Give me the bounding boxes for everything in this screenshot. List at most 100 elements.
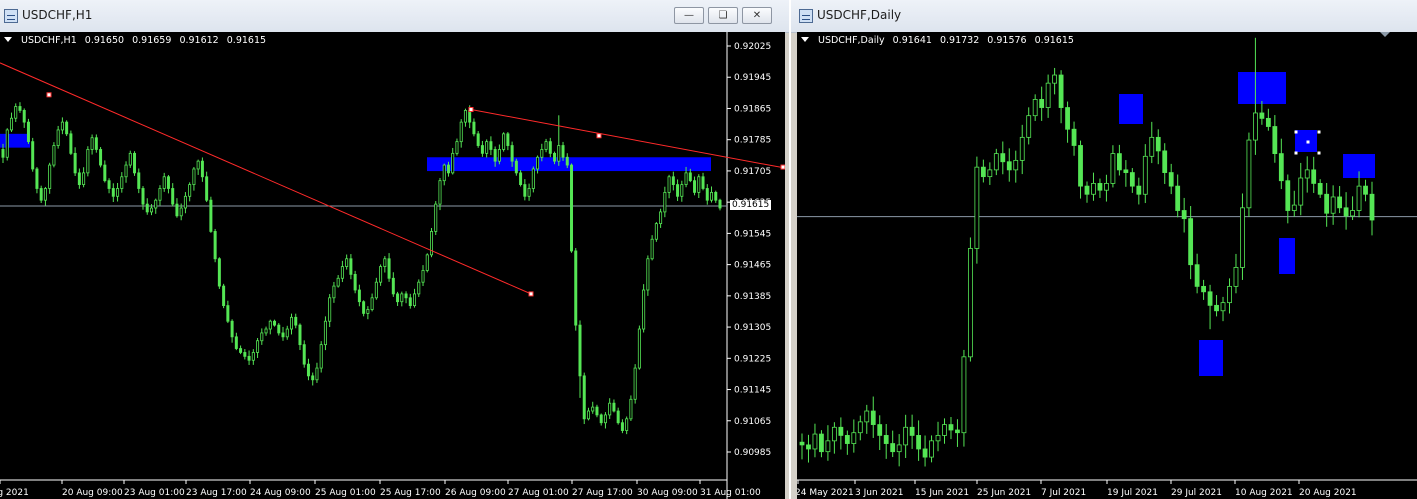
candle [137, 172, 141, 189]
candle [133, 152, 137, 174]
demand-zone[interactable] [1199, 340, 1223, 376]
current-price-label: 0.91615 [730, 200, 772, 211]
candle [1129, 172, 1135, 187]
minimize-button[interactable]: — [674, 7, 704, 24]
candle [987, 169, 993, 178]
supply-zone[interactable] [1295, 130, 1317, 152]
candle [154, 199, 158, 209]
candle [819, 433, 824, 453]
time-tick-label: 31 Aug 01:00 [700, 488, 761, 498]
candlestick-chart-h1[interactable]: 0.92025 0.91945 0.91865 0.91785 0.91705 0.916… [0, 32, 785, 499]
time-tick-label: 26 Aug 09:00 [445, 488, 506, 498]
candle [955, 429, 960, 434]
candle [595, 406, 599, 416]
candle [166, 176, 170, 189]
candle [531, 168, 535, 189]
trendline-anchor[interactable] [528, 291, 534, 297]
trendline-anchor[interactable] [46, 92, 52, 98]
candle [468, 110, 472, 123]
candle [379, 266, 383, 283]
candle [328, 297, 332, 322]
candle [620, 422, 624, 431]
candle [294, 316, 298, 326]
candle [693, 180, 697, 193]
trendline-anchor[interactable] [468, 107, 474, 113]
candle [838, 426, 844, 436]
candlestick-chart-daily[interactable]: 24 May 2021 3 Jun 2021 15 Jun 2021 25 Jun 2… [797, 32, 1417, 499]
price-tick-label: 0.91865 [734, 104, 771, 114]
candle [366, 309, 370, 314]
close-button[interactable]: ✕ [742, 7, 772, 24]
supply-zone[interactable] [0, 133, 30, 148]
candle [890, 443, 896, 453]
candle [1317, 183, 1323, 195]
time-tick-label: 25 Aug 17:00 [380, 488, 441, 498]
candle [256, 340, 260, 353]
time-tick-label: 27 Aug 17:00 [572, 488, 633, 498]
window-titlebar[interactable]: USDCHF,H1 — ❏ ✕ [0, 0, 789, 33]
candle [442, 164, 446, 182]
candle [205, 176, 209, 201]
candle [1240, 207, 1245, 268]
candle [974, 166, 980, 249]
zone-anchor[interactable] [1317, 151, 1321, 155]
supply-zone[interactable] [1119, 94, 1143, 124]
candle [425, 254, 429, 271]
candle [857, 421, 863, 434]
candle [268, 320, 272, 330]
candle [387, 258, 391, 279]
chart-window-h1[interactable]: USDCHF,H1 — ❏ ✕ 0.92025 0.91945 0.91865 0.9… [0, 0, 789, 499]
time-tick-label: 3 Jun 2021 [855, 488, 903, 498]
zone-anchor[interactable] [1306, 140, 1310, 144]
candle [1259, 112, 1265, 119]
symbol-label: USDCHF,H1 [21, 35, 77, 46]
candle [1065, 107, 1070, 130]
candle [578, 324, 582, 377]
low-value: 0.91576 [987, 35, 1027, 46]
candle [306, 363, 310, 377]
candle [1343, 207, 1349, 217]
trendline-anchor[interactable] [780, 164, 785, 170]
price-tick-label: 0.91305 [734, 323, 771, 333]
candle [557, 145, 561, 162]
candle [183, 195, 187, 209]
zone-anchor[interactable] [1317, 130, 1321, 134]
candle [799, 441, 805, 446]
chart-window-daily[interactable]: USDCHF,Daily 24 May 2021 3 Jun 2021 15 Jun… [789, 0, 1417, 499]
dropdown-triangle-icon[interactable] [4, 37, 12, 42]
candle [35, 168, 39, 189]
candle [629, 398, 633, 420]
chart-shift-icon[interactable] [1380, 32, 1390, 37]
chart-canvas-h1[interactable]: 0.92025 0.91945 0.91865 0.91785 0.91705 0.916… [0, 32, 785, 499]
time-tick-label: 29 Jul 2021 [1171, 488, 1222, 498]
chart-canvas-daily[interactable]: 24 May 2021 3 Jun 2021 15 Jun 2021 25 Jun 2… [797, 32, 1417, 499]
candle [497, 149, 501, 162]
price-tick-label: 0.91385 [734, 292, 771, 302]
demand-zone[interactable] [1279, 238, 1295, 274]
price-tick-label: 0.91945 [734, 73, 771, 83]
minimize-icon: — [684, 10, 694, 21]
window-titlebar[interactable]: USDCHF,Daily [791, 0, 1417, 33]
zone-anchor[interactable] [1294, 130, 1298, 134]
supply-zone[interactable] [1238, 72, 1286, 104]
candle [103, 164, 107, 182]
supply-zone[interactable] [427, 157, 711, 172]
restore-button[interactable]: ❏ [708, 7, 738, 24]
candle [476, 133, 480, 146]
candle [463, 110, 467, 123]
price-tick-label: 0.91065 [734, 417, 771, 427]
candle [570, 164, 574, 252]
price-tick-label: 0.90985 [734, 448, 771, 458]
candle [968, 248, 973, 358]
candle [510, 145, 514, 162]
candle [43, 188, 47, 201]
candle [1356, 185, 1362, 211]
open-value: 0.91650 [84, 35, 125, 46]
candle [345, 258, 349, 267]
dropdown-triangle-icon[interactable] [801, 37, 809, 42]
candle [141, 188, 145, 205]
trendline-anchor[interactable] [596, 133, 602, 139]
candle [99, 149, 103, 166]
candle [90, 137, 94, 150]
zone-anchor[interactable] [1294, 151, 1298, 155]
